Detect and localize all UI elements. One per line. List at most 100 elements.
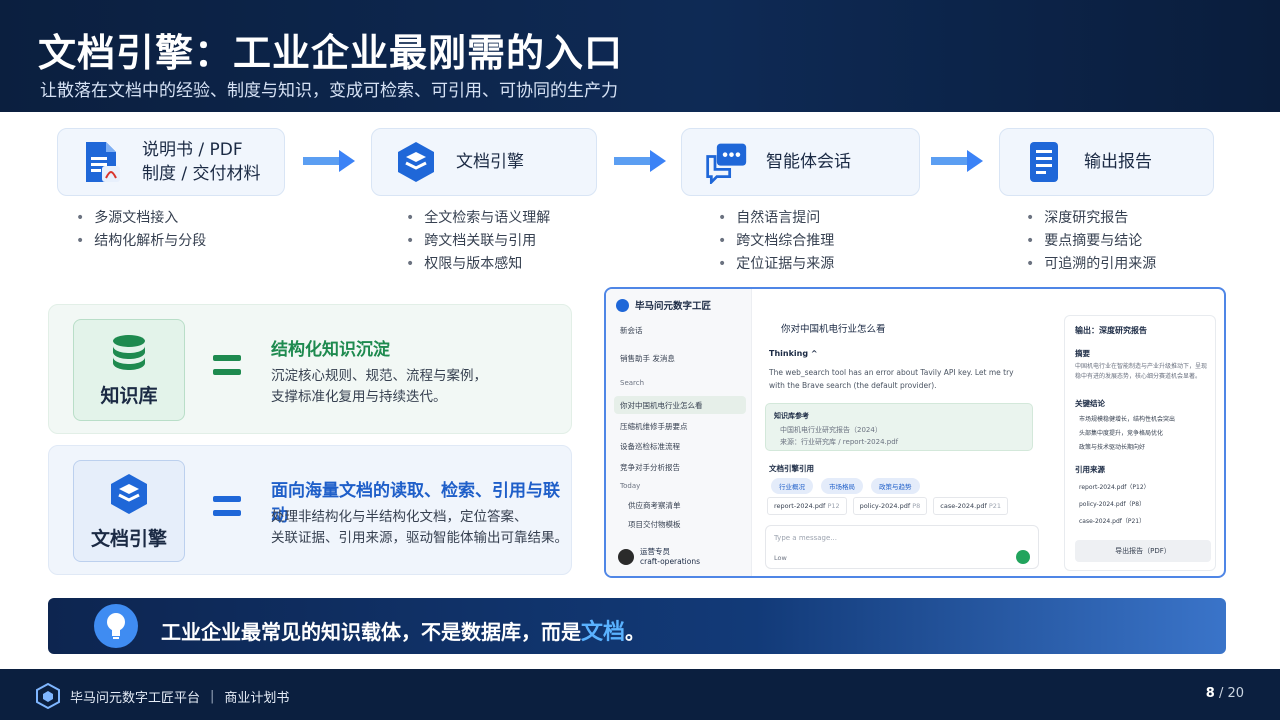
chat-item[interactable]: 设备巡检标准流程 — [620, 441, 680, 452]
arrow-right-icon — [303, 150, 355, 172]
new-chat-button[interactable]: 新会话 — [620, 325, 643, 336]
message-input[interactable]: Type a message... Low — [765, 525, 1039, 569]
file-chip[interactable]: report-2024.pdf P12 — [767, 497, 847, 515]
app-brand: 毕马问元数字工匠 — [635, 301, 712, 312]
export-button[interactable]: 导出报告（PDF） — [1075, 540, 1211, 562]
thinking-toggle[interactable]: Thinking ^ — [769, 349, 818, 358]
file-chip[interactable]: policy-2024.pdf P8 — [852, 497, 928, 515]
topic-tag[interactable]: 市场格局 — [821, 478, 863, 494]
layers-icon — [111, 473, 147, 514]
chat-item[interactable]: 你对中国机电行业怎么看 — [620, 400, 703, 411]
bullet-list: 全文检索与语义理解 跨文档关联与引用 权限与版本感知 — [406, 207, 550, 276]
arrow-right-icon — [931, 150, 983, 172]
flow-card-report: 输出报告 — [999, 128, 1214, 196]
badge-label: 文档引擎 — [90, 527, 167, 550]
input-placeholder: Type a message... — [774, 534, 837, 542]
feature-doc-engine: 文档引擎 面向海量文档的读取、检索、引用与联动 处理非结构化与半结构化文档，定位… — [48, 445, 572, 575]
app-screenshot: 毕马问元数字工匠 新会话 销售助手 发消息 Search 你对中国机电行业怎么看… — [604, 287, 1226, 578]
list-item: 跨文档综合推理 — [718, 230, 834, 253]
banner-highlight: 文档 — [581, 620, 626, 645]
file-chip[interactable]: case-2024.pdf P21 — [933, 497, 1009, 515]
list-item: 定位证据与来源 — [718, 253, 834, 276]
arrow-right-icon — [614, 150, 666, 172]
cite-title: 引用来源 — [1075, 465, 1105, 474]
key-title: 关键结论 — [1075, 399, 1105, 408]
list-item: 全文检索与语义理解 — [406, 207, 550, 230]
thinking-text: The web_search tool has an error about T… — [769, 368, 1014, 390]
report-output-panel: 输出：深度研究报告 摘要 中国机电行业在智能制造与产业升级推动下，呈现稳中有进的… — [1064, 315, 1216, 571]
banner-text: 工业企业最常见的知识载体，不是数据库，而是 — [161, 620, 581, 644]
chat-item[interactable]: 压缩机维修手册要点 — [620, 421, 688, 432]
bullet-list: 自然语言提问 跨文档综合推理 定位证据与来源 — [718, 207, 834, 276]
topic-tag[interactable]: 政策与趋势 — [871, 478, 920, 494]
app-chat-panel: 你对中国机电行业怎么看 Thinking ^ The web_search to… — [753, 289, 1063, 576]
chat-item[interactable]: 供应商考察清单 — [628, 500, 681, 511]
chat-item[interactable]: 竞争对手分析报告 — [620, 462, 680, 473]
user-handle: craft-operations — [640, 557, 701, 566]
platform-logo-icon — [36, 683, 60, 709]
database-icon — [113, 334, 145, 370]
list-item: 权限与版本感知 — [406, 253, 550, 276]
chat-bubble-icon — [704, 140, 748, 184]
list-item: 政策与技术驱动长期向好 — [1079, 444, 1146, 451]
lightbulb-icon — [94, 604, 138, 648]
kb-line: 来源：行业研究库 / report-2024.pdf — [780, 438, 899, 446]
feature-desc: 沉淀核心规则、规范、流程与案例， — [271, 368, 487, 384]
slide-title: 文档引擎：工业企业最刚需的入口 — [38, 31, 624, 75]
flow-label: 文档引擎 — [456, 152, 524, 172]
slide-header: 文档引擎：工业企业最刚需的入口 让散落在文档中的经验、制度与知识，变成可检索、可… — [0, 0, 1280, 112]
layers-icon — [394, 140, 438, 184]
flow-card-engine: 文档引擎 — [371, 128, 597, 196]
feature-title: 结构化知识沉淀 — [271, 340, 390, 360]
output-header: 输出：深度研究报告 — [1075, 326, 1147, 335]
doc-engine-badge: 文档引擎 — [73, 460, 185, 562]
engine-ref-title: 文档引擎引用 — [769, 464, 814, 473]
kb-reference-card[interactable]: 知识库参考 中国机电行业研究报告（2024） 来源：行业研究库 / report… — [765, 403, 1033, 451]
cite-item[interactable]: policy-2024.pdf（P8） — [1079, 499, 1145, 508]
today-label: Today — [620, 482, 641, 490]
equals-icon — [213, 355, 241, 377]
footer-brand: 毕马问元数字工匠平台 — [70, 690, 201, 706]
list-item: 自然语言提问 — [718, 207, 834, 230]
knowledge-base-badge: 知识库 — [73, 319, 185, 421]
chat-question: 你对中国机电行业怎么看 — [781, 324, 886, 335]
search-label[interactable]: Search — [620, 379, 644, 387]
avatar — [618, 549, 634, 565]
feature-desc: 支撑标准化复用与持续迭代。 — [271, 389, 447, 405]
assistant-item[interactable]: 销售助手 发消息 — [620, 353, 675, 364]
list-item: 多源文档接入 — [76, 207, 206, 230]
chat-item[interactable]: 项目交付物模板 — [628, 519, 681, 530]
flow-label: 输出报告 — [1084, 152, 1152, 172]
feature-desc: 处理非结构化与半结构化文档，定位答案、 — [271, 509, 528, 525]
bullet-list: 深度研究报告 要点摘要与结论 可追溯的引用来源 — [1026, 207, 1156, 276]
list-item: 可追溯的引用来源 — [1026, 253, 1156, 276]
page-number: 8 / 20 — [1205, 686, 1244, 701]
flow-label: 说明书 / PDF — [142, 140, 243, 160]
user-profile[interactable]: 运营专员 craft-operations — [618, 547, 700, 567]
summary-text: 中国机电行业在智能制造与产业升级推动下，呈现稳中有进的发展态势，核心细分赛道机会… — [1075, 363, 1208, 380]
footer-doc: 商业计划书 — [224, 690, 290, 706]
cite-item[interactable]: report-2024.pdf（P12） — [1079, 482, 1150, 491]
kb-line: 中国机电行业研究报告（2024） — [780, 426, 882, 434]
app-sidebar: 毕马问元数字工匠 新会话 销售助手 发消息 Search 你对中国机电行业怎么看… — [606, 289, 752, 576]
slide-footer: 毕马问元数字工匠平台 | 商业计划书 8 / 20 — [0, 669, 1280, 720]
user-name: 运营专员 — [640, 547, 670, 556]
list-item: 结构化解析与分段 — [76, 230, 206, 253]
send-button[interactable] — [1016, 550, 1030, 564]
brand-logo-icon — [616, 298, 629, 312]
flow-label: 制度 / 交付材料 — [142, 164, 261, 184]
list-item: 深度研究报告 — [1026, 207, 1156, 230]
topic-tag[interactable]: 行业概况 — [771, 478, 813, 494]
report-icon — [1022, 140, 1066, 184]
feature-desc: 关联证据、引用来源，驱动智能体输出可靠结果。 — [271, 530, 568, 546]
effort-selector[interactable]: Low — [774, 554, 787, 562]
cite-item[interactable]: case-2024.pdf（P21） — [1079, 516, 1145, 525]
footer-divider: | — [210, 688, 215, 704]
flow-label: 智能体会话 — [766, 152, 851, 172]
summary-title: 摘要 — [1075, 349, 1090, 358]
bullet-list: 多源文档接入 结构化解析与分段 — [76, 207, 206, 253]
list-item: 跨文档关联与引用 — [406, 230, 550, 253]
badge-label: 知识库 — [100, 384, 158, 407]
feature-knowledge-base: 知识库 结构化知识沉淀 沉淀核心规则、规范、流程与案例， 支撑标准化复用与持续迭… — [48, 304, 572, 434]
slide-subtitle: 让散落在文档中的经验、制度与知识，变成可检索、可引用、可协同的生产力 — [40, 81, 618, 101]
